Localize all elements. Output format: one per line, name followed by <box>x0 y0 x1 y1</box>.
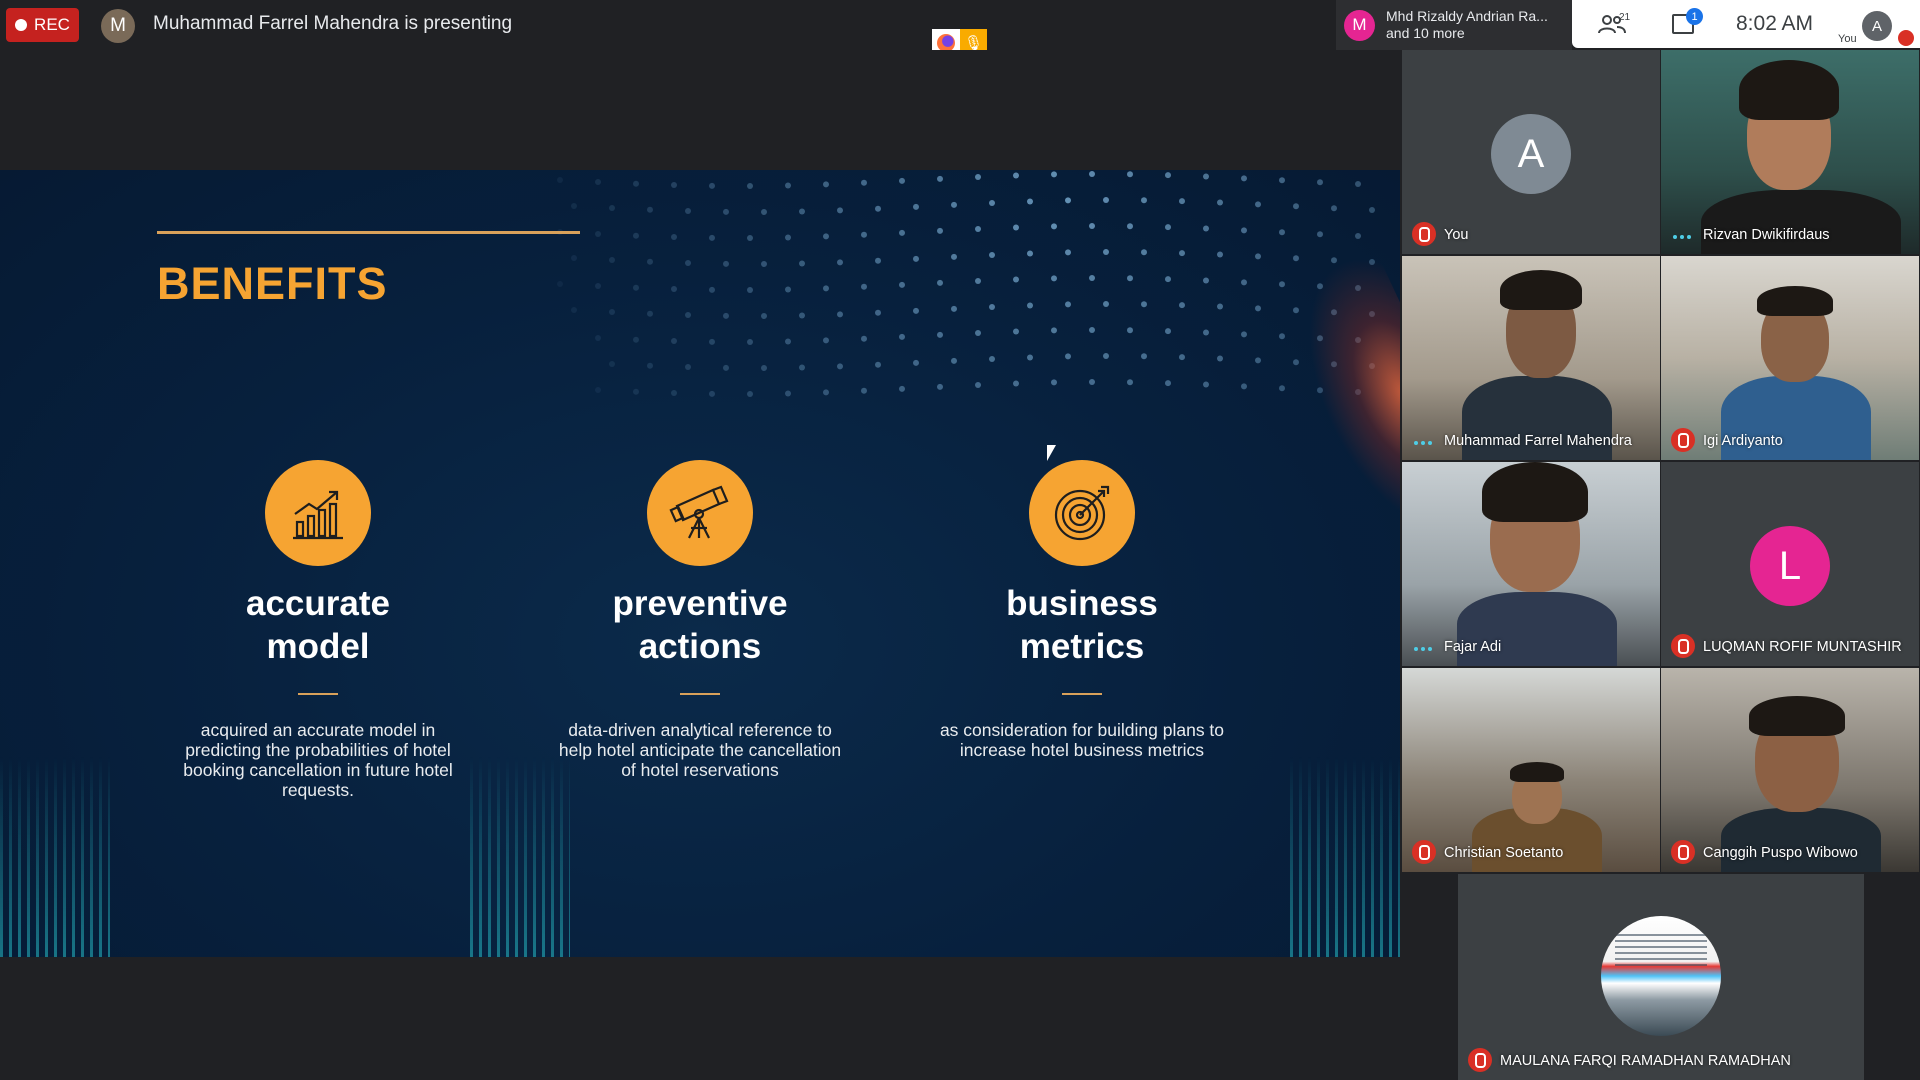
slide-title: BENEFITS <box>157 258 388 309</box>
self-label: You <box>1838 33 1857 45</box>
title-rule <box>157 231 580 234</box>
feature-title-line2: model <box>266 627 370 666</box>
mic-off-icon <box>1468 1048 1492 1072</box>
participant-name: MAULANA FARQI RAMADHAN RAMADHAN <box>1500 1053 1791 1069</box>
people-count: 21 <box>1619 12 1631 23</box>
mic-off-icon <box>1412 222 1436 246</box>
growth-chart-icon <box>265 460 371 566</box>
feature-preventive-actions: preventive actions data-driven analytica… <box>540 460 860 780</box>
participant-name: Fajar Adi <box>1444 639 1502 655</box>
participant-avatar <box>1601 916 1721 1036</box>
notification-avatar: M <box>1344 9 1375 41</box>
feature-title-line2: actions <box>638 627 762 666</box>
mic-off-icon <box>1671 428 1695 452</box>
feature-title-line1: accurate <box>246 584 390 623</box>
presenting-status: Muhammad Farrel Mahendra is presenting <box>153 13 513 34</box>
feature-rule <box>1062 693 1102 695</box>
feature-business-metrics: business metrics as consideration for bu… <box>922 460 1242 760</box>
participant-tile-farrel[interactable]: Muhammad Farrel Mahendra <box>1402 256 1660 460</box>
notification-line2: and 10 more <box>1386 25 1465 41</box>
speaking-indicator-icon <box>1414 441 1432 445</box>
recording-label: REC <box>34 15 70 34</box>
record-dot-icon <box>15 19 28 31</box>
participant-tile-luqman[interactable]: L LUQMAN ROFIF MUNTASHIR <box>1661 462 1919 666</box>
presentation-area: BENEFITS accurate model acquired an accu… <box>0 50 1401 1080</box>
telescope-icon <box>647 460 753 566</box>
recording-badge: REC <box>6 8 79 42</box>
feature-accurate-model: accurate model acquired an accurate mode… <box>158 460 478 800</box>
participant-tile-maulana[interactable]: MAULANA FARQI RAMADHAN RAMADHAN <box>1458 874 1864 1080</box>
participant-tile-rizvan[interactable]: Rizvan Dwikifirdaus <box>1661 50 1919 254</box>
feature-title-line1: preventive <box>612 584 788 623</box>
participant-name: You <box>1444 227 1469 243</box>
mic-off-icon <box>1412 840 1436 864</box>
participant-tile-christian[interactable]: Christian Soetanto <box>1402 668 1660 872</box>
presenter-avatar: M <box>101 9 135 43</box>
participant-name: Rizvan Dwikifirdaus <box>1703 227 1830 243</box>
decorative-glow-center <box>470 757 570 957</box>
participant-avatar: L <box>1750 526 1830 606</box>
mic-off-icon <box>1671 840 1695 864</box>
participant-name: Christian Soetanto <box>1444 845 1564 861</box>
feature-description: acquired an accurate model in predicting… <box>183 720 453 800</box>
feature-title: accurate model <box>158 582 478 668</box>
chat-badge: 1 <box>1686 8 1703 25</box>
participant-tile-canggih[interactable]: Canggih Puspo Wibowo <box>1661 668 1919 872</box>
participant-avatar: A <box>1491 114 1571 194</box>
slide: BENEFITS accurate model acquired an accu… <box>0 170 1400 957</box>
speaking-indicator-icon <box>1673 235 1691 239</box>
feature-title: business metrics <box>922 582 1242 668</box>
mic-off-icon <box>1898 30 1914 46</box>
feature-description: data-driven analytical reference to help… <box>558 720 842 780</box>
participant-name: Muhammad Farrel Mahendra <box>1444 433 1632 449</box>
feature-rule <box>680 693 720 695</box>
feature-title: preventive actions <box>540 582 860 668</box>
notification-line1: Mhd Rizaldy Andrian Ra... <box>1386 8 1548 24</box>
target-icon <box>1029 460 1135 566</box>
participant-name: LUQMAN ROFIF MUNTASHIR <box>1703 639 1902 655</box>
participant-tile-you[interactable]: A You <box>1402 50 1660 254</box>
clock: 8:02 AM <box>1736 12 1814 35</box>
meeting-controls-bar: 21 1 8:02 AM A You <box>1572 0 1920 48</box>
self-avatar[interactable]: A <box>1862 11 1892 41</box>
participant-name: Canggih Puspo Wibowo <box>1703 845 1858 861</box>
mic-off-icon <box>1671 634 1695 658</box>
meeting-window: REC M Muhammad Farrel Mahendra is presen… <box>0 0 1920 1080</box>
participant-name: Igi Ardiyanto <box>1703 433 1783 449</box>
feature-title-line2: metrics <box>1019 627 1145 666</box>
mouse-cursor-icon <box>1047 445 1056 461</box>
decorative-glow-right <box>1290 757 1400 957</box>
notification-text: Mhd Rizaldy Andrian Ra... and 10 more <box>1386 8 1548 42</box>
feature-rule <box>298 693 338 695</box>
feature-title-line1: business <box>1006 584 1158 623</box>
participant-tile-fajar[interactable]: Fajar Adi <box>1402 462 1660 666</box>
decorative-glow-left <box>0 757 110 957</box>
feature-description: as consideration for building plans to i… <box>939 720 1225 760</box>
join-notification[interactable]: M Mhd Rizaldy Andrian Ra... and 10 more <box>1336 0 1572 50</box>
speaking-indicator-icon <box>1414 647 1432 651</box>
participant-tile-igi[interactable]: Igi Ardiyanto <box>1661 256 1919 460</box>
